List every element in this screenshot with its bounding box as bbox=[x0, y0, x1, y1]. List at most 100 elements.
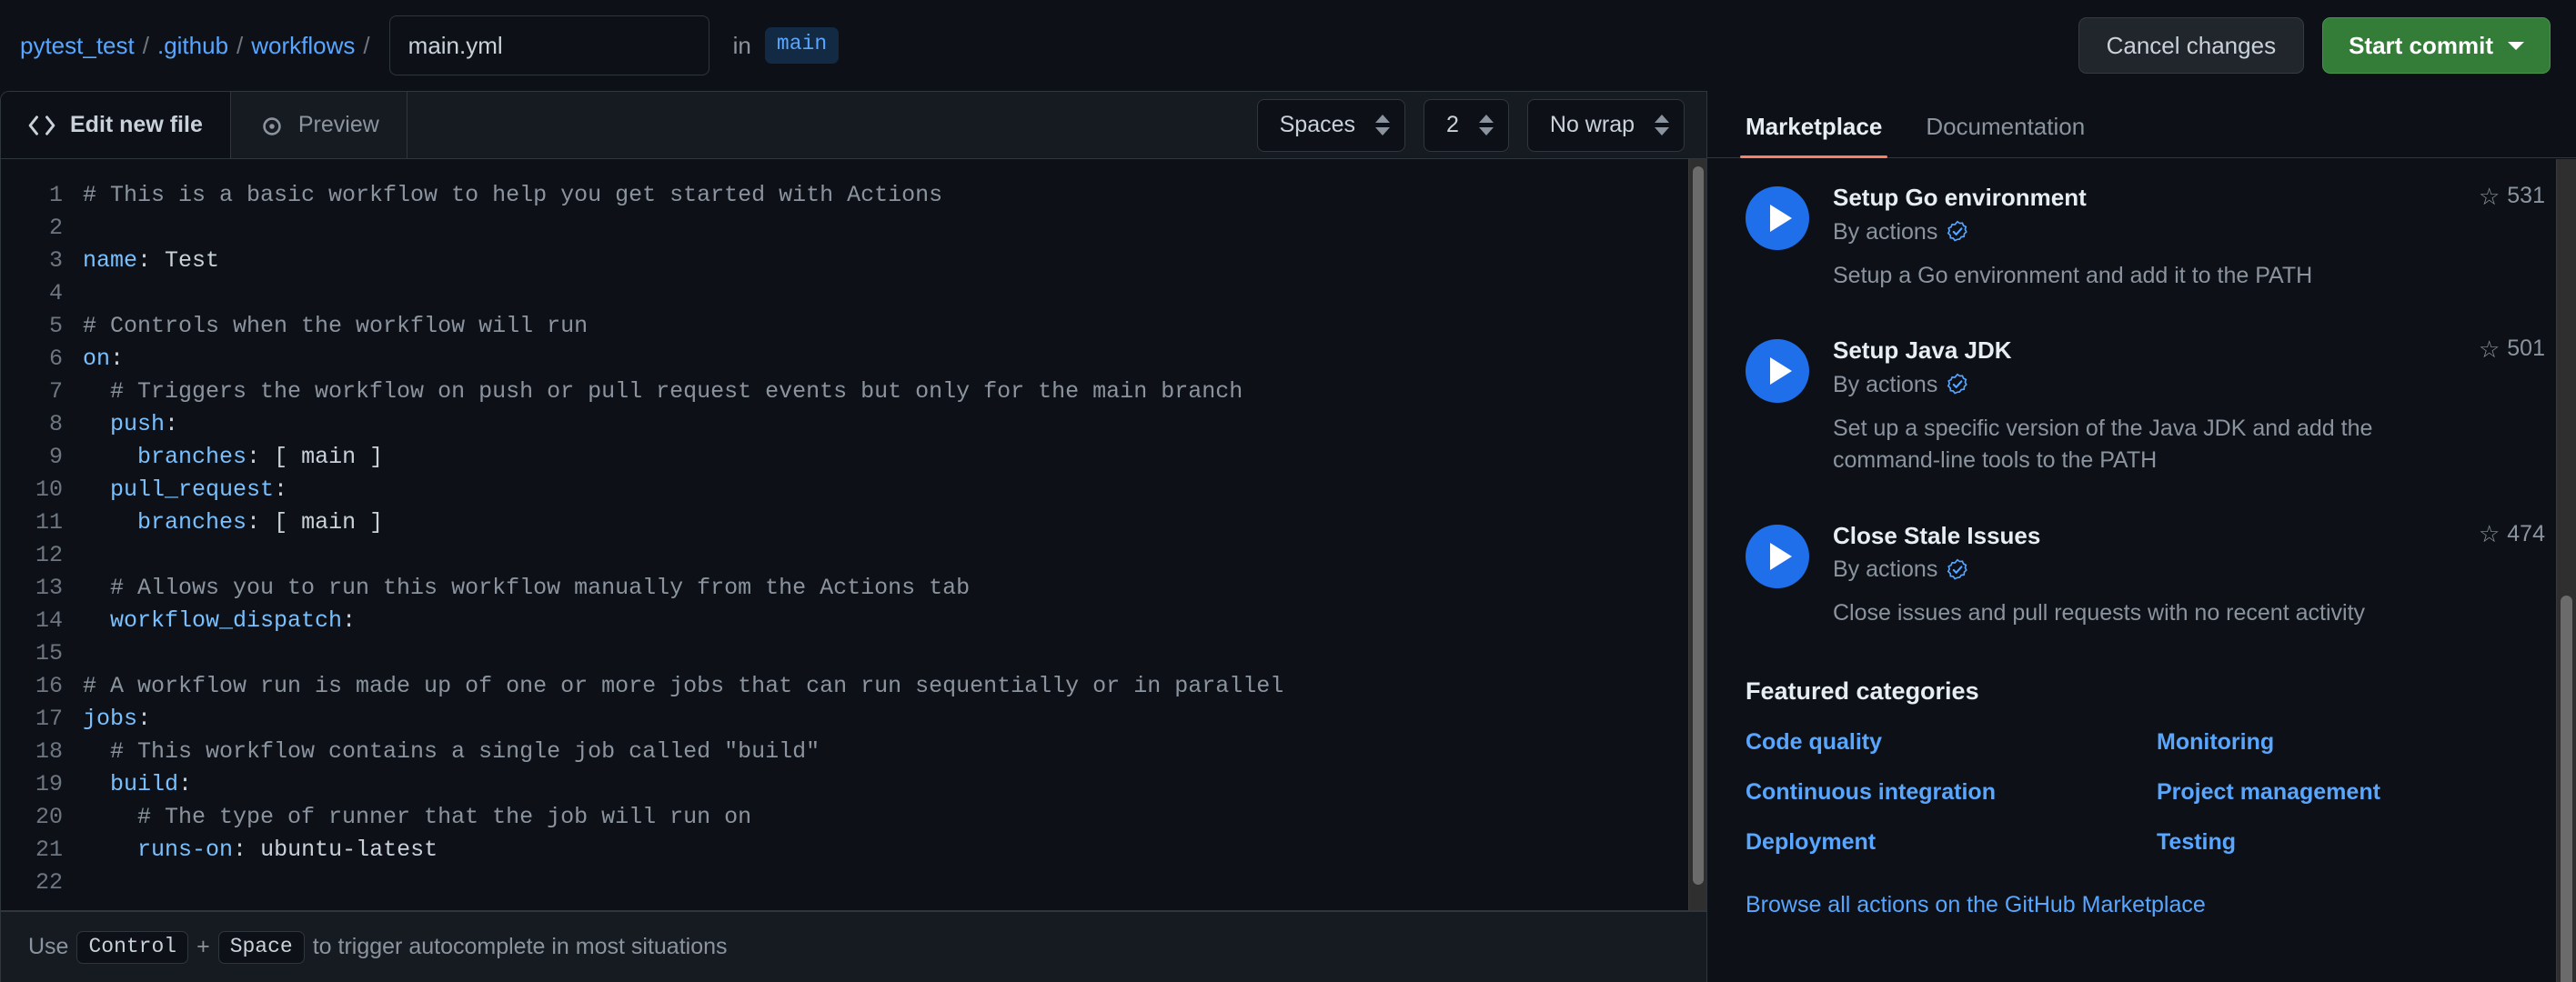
token-punct: : bbox=[110, 346, 125, 372]
category-link[interactable]: Testing bbox=[2157, 829, 2545, 856]
token-comment: # Triggers the workflow on push or pull … bbox=[83, 378, 1243, 405]
main-split: Edit new file Preview Spaces 2 No wrap 1… bbox=[0, 91, 2576, 982]
play-icon bbox=[1746, 186, 1809, 250]
filename-input[interactable] bbox=[388, 15, 709, 75]
line-number: 10 bbox=[35, 476, 63, 503]
action-title[interactable]: Setup Java JDK bbox=[1833, 336, 2012, 366]
header-actions: Cancel changes Start commit bbox=[2078, 17, 2551, 74]
status-plus: + bbox=[196, 934, 210, 959]
line-number: 18 bbox=[35, 738, 63, 765]
tab-preview-label: Preview bbox=[297, 112, 379, 137]
code-line: 3 name: Test bbox=[1, 245, 1706, 277]
code-editor[interactable]: 1 # This is a basic workflow to help you … bbox=[1, 159, 1706, 911]
token-key: runs-on bbox=[137, 837, 234, 863]
code-line: 4 bbox=[1, 277, 1706, 310]
editor-vertical-scrollbar[interactable] bbox=[1688, 159, 1706, 910]
action-card-header: Close Stale Issues ☆ 474 bbox=[1833, 521, 2545, 551]
star-icon: ☆ bbox=[2478, 520, 2501, 547]
token-punct: : bbox=[137, 247, 152, 274]
marketplace-action-card[interactable]: Setup Java JDK ☆ 501 By actions Set up a spe… bbox=[1746, 312, 2545, 497]
marketplace-pane: Marketplace Documentation Setup Go envir… bbox=[1706, 91, 2576, 982]
category-link[interactable]: Deployment bbox=[1746, 829, 2157, 856]
line-number: 17 bbox=[35, 706, 63, 732]
token-comment: # Controls when the workflow will run bbox=[83, 313, 589, 339]
wrap-mode-select[interactable]: No wrap bbox=[1526, 98, 1685, 152]
action-author: By actions bbox=[1833, 372, 2545, 398]
token-punct: : bbox=[137, 706, 152, 732]
editor-scrollbar-thumb[interactable] bbox=[1693, 166, 1704, 885]
token-key: workflow_dispatch bbox=[110, 607, 343, 634]
editor-tabbar: Edit new file Preview Spaces 2 No wrap bbox=[1, 92, 1706, 159]
in-label: in bbox=[732, 31, 751, 59]
code-line: 13 # Allows you to run this workflow man… bbox=[1, 572, 1706, 605]
token-val: ubuntu-latest bbox=[247, 837, 438, 863]
line-content: # The type of runner that the job will r… bbox=[83, 801, 751, 834]
code-lines: 1 # This is a basic workflow to help you … bbox=[1, 179, 1706, 899]
line-content: # A workflow run is made up of one or mo… bbox=[83, 670, 1283, 703]
category-link[interactable]: Monitoring bbox=[2157, 729, 2545, 756]
chevron-updown-icon bbox=[1655, 115, 1669, 135]
action-title[interactable]: Close Stale Issues bbox=[1833, 521, 2040, 551]
breadcrumb-folder-workflows[interactable]: workflows bbox=[251, 32, 355, 60]
line-content: build: bbox=[83, 768, 192, 801]
editor-settings: Spaces 2 No wrap bbox=[1256, 92, 1706, 158]
code-line: 9 branches: [ main ] bbox=[1, 441, 1706, 474]
tab-documentation[interactable]: Documentation bbox=[1926, 113, 2085, 157]
featured-categories-title: Featured categories bbox=[1746, 676, 1979, 705]
action-star-count: ☆ 531 bbox=[2460, 183, 2545, 209]
marketplace-vertical-scrollbar[interactable] bbox=[2556, 159, 2576, 982]
marketplace-action-card[interactable]: Close Stale Issues ☆ 474 By actions Close is… bbox=[1746, 497, 2545, 650]
category-link[interactable]: Continuous integration bbox=[1746, 779, 2157, 806]
code-line: 20 # The type of runner that the job wil… bbox=[1, 801, 1706, 834]
indent-mode-select[interactable]: Spaces bbox=[1256, 98, 1405, 152]
page-header: pytest_test / .github / workflows / in m… bbox=[0, 0, 2576, 91]
line-number: 6 bbox=[48, 346, 63, 372]
tab-marketplace[interactable]: Marketplace bbox=[1739, 113, 1888, 158]
action-title[interactable]: Setup Go environment bbox=[1833, 183, 2087, 213]
status-prefix: Use bbox=[28, 934, 69, 959]
breadcrumb-separator: / bbox=[142, 31, 149, 59]
star-icon: ☆ bbox=[2478, 182, 2501, 210]
browse-all-actions-link[interactable]: Browse all actions on the GitHub Marketp… bbox=[1746, 892, 2545, 918]
action-card-body: Setup Java JDK ☆ 501 By actions Set up a spe… bbox=[1833, 336, 2545, 477]
line-content: pull_request: bbox=[83, 474, 287, 506]
kbd-control: Control bbox=[76, 930, 189, 964]
breadcrumb-repo[interactable]: pytest_test bbox=[20, 32, 135, 60]
marketplace-scrollbar-thumb[interactable] bbox=[2561, 596, 2572, 982]
featured-categories-grid: Code quality Monitoring Continuous integra… bbox=[1746, 729, 2545, 856]
branch-badge: main bbox=[764, 27, 840, 64]
line-content: # This workflow contains a single job ca… bbox=[83, 736, 820, 768]
breadcrumb-folder-github[interactable]: .github bbox=[157, 32, 228, 60]
token-val bbox=[83, 444, 137, 470]
action-author: By actions bbox=[1833, 556, 2545, 583]
line-number: 20 bbox=[35, 804, 63, 830]
code-line: 16 # A workflow run is made up of one or … bbox=[1, 670, 1706, 703]
chevron-updown-icon bbox=[1478, 115, 1494, 135]
code-line: 5 # Controls when the workflow will run bbox=[1, 310, 1706, 343]
marketplace-action-card[interactable]: Setup Go environment ☆ 531 By actions Setup … bbox=[1746, 159, 2545, 312]
category-link[interactable]: Code quality bbox=[1746, 729, 2157, 756]
token-val: [ main ] bbox=[260, 444, 384, 470]
start-commit-button[interactable]: Start commit bbox=[2322, 17, 2551, 74]
token-key: branches bbox=[137, 509, 247, 536]
cancel-changes-button[interactable]: Cancel changes bbox=[2078, 17, 2305, 74]
line-content: on: bbox=[83, 343, 124, 376]
indent-mode-value: Spaces bbox=[1279, 112, 1355, 137]
tab-preview[interactable]: Preview bbox=[231, 92, 408, 158]
breadcrumb: pytest_test / .github / workflows / bbox=[20, 32, 378, 60]
line-content: # Triggers the workflow on push or pull … bbox=[83, 376, 1243, 408]
line-number: 1 bbox=[48, 182, 63, 208]
tab-edit-new-file[interactable]: Edit new file bbox=[1, 92, 231, 158]
breadcrumb-separator: / bbox=[363, 31, 370, 59]
line-content: # Allows you to run this workflow manual… bbox=[83, 572, 970, 605]
code-line: 12 bbox=[1, 539, 1706, 572]
category-link[interactable]: Project management bbox=[2157, 779, 2545, 806]
indent-size-select[interactable]: 2 bbox=[1424, 98, 1509, 152]
line-number: 19 bbox=[35, 771, 63, 797]
line-number: 14 bbox=[35, 607, 63, 634]
tab-edit-new-file-label: Edit new file bbox=[70, 112, 203, 137]
status-suffix: to trigger autocomplete in most situatio… bbox=[312, 934, 728, 959]
marketplace-body: Setup Go environment ☆ 531 By actions Setup … bbox=[1707, 159, 2576, 982]
line-content: branches: [ main ] bbox=[83, 441, 383, 474]
line-number: 5 bbox=[48, 313, 63, 339]
